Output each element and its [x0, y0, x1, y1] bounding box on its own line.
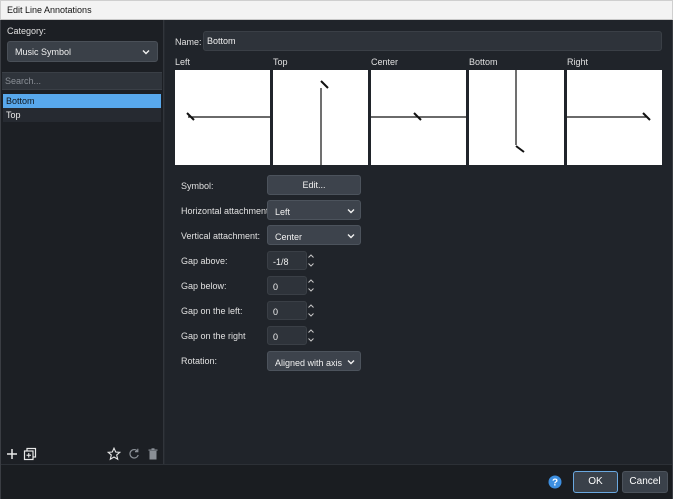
- star-icon[interactable]: [107, 447, 121, 461]
- trash-icon[interactable]: [146, 447, 160, 461]
- gap-above-stepper[interactable]: -1/8: [267, 251, 314, 270]
- window-title: Edit Line Annotations: [7, 5, 92, 15]
- name-input[interactable]: [204, 32, 661, 50]
- preview-center: [371, 70, 466, 165]
- horizontal-attachment-value: Left: [275, 207, 291, 217]
- category-label: Category:: [7, 26, 47, 36]
- gap-below-value: 0: [273, 282, 279, 292]
- symbol-label: Symbol:: [181, 181, 214, 191]
- list-item-top[interactable]: Top: [3, 108, 161, 122]
- preview-top: [273, 70, 368, 165]
- chevron-down-icon: [346, 357, 356, 367]
- gap-below-label: Gap below:: [181, 281, 227, 291]
- gap-above-label: Gap above:: [181, 256, 228, 266]
- chevron-down-icon: [141, 47, 151, 57]
- preview-label-top: Top: [273, 57, 288, 67]
- preview-right: [567, 70, 662, 165]
- rotation-value: Aligned with axis: [275, 358, 343, 368]
- category-value: Music Symbol: [15, 47, 72, 57]
- preview-left: [175, 70, 270, 165]
- gap-left-label: Gap on the left:: [181, 306, 243, 316]
- name-label: Name:: [175, 37, 202, 47]
- vertical-attachment-value: Center: [275, 232, 303, 242]
- search-field[interactable]: [2, 72, 162, 90]
- gap-left-stepper[interactable]: 0: [267, 301, 314, 320]
- search-input[interactable]: [2, 73, 162, 89]
- help-icon[interactable]: ?: [548, 475, 562, 489]
- annotation-list: Bottom Top: [3, 94, 161, 122]
- reset-icon[interactable]: [127, 447, 141, 461]
- annotation-editor: Name: Left Top Center Bottom Right Symbo…: [165, 20, 672, 464]
- rotation-label: Rotation:: [181, 356, 218, 366]
- gap-below-stepper[interactable]: 0: [267, 276, 314, 295]
- horizontal-attachment-select[interactable]: Left: [267, 200, 361, 220]
- name-field[interactable]: [203, 31, 662, 51]
- stepper-arrows-icon[interactable]: [306, 251, 316, 270]
- gap-right-label: Gap on the right: [181, 331, 246, 341]
- preview-label-center: Center: [371, 57, 399, 67]
- duplicate-icon[interactable]: [23, 447, 37, 461]
- stepper-arrows-icon[interactable]: [306, 276, 316, 295]
- category-select[interactable]: Music Symbol: [7, 41, 158, 62]
- dialog-body: Category: Music Symbol Bottom Top: [0, 20, 673, 499]
- add-icon[interactable]: [5, 447, 19, 461]
- title-bar: Edit Line Annotations: [0, 0, 673, 20]
- gap-right-stepper[interactable]: 0: [267, 326, 314, 345]
- vertical-attachment-select[interactable]: Center: [267, 225, 361, 245]
- rotation-select[interactable]: Aligned with axis: [267, 351, 361, 371]
- svg-text:?: ?: [552, 478, 558, 489]
- stepper-arrows-icon[interactable]: [306, 326, 316, 345]
- edit-symbol-button[interactable]: Edit...: [267, 175, 361, 195]
- chevron-down-icon: [346, 206, 356, 216]
- preview-label-bottom: Bottom: [469, 57, 498, 67]
- chevron-down-icon: [346, 231, 356, 241]
- sidebar: Category: Music Symbol Bottom Top: [1, 20, 164, 464]
- preview-bottom: [469, 70, 564, 165]
- gap-right-value: 0: [273, 332, 279, 342]
- vertical-attachment-label: Vertical attachment:: [181, 231, 261, 241]
- gap-above-value: -1/8: [273, 257, 289, 267]
- dialog-button-bar: ? OK Cancel: [1, 464, 672, 499]
- stepper-arrows-icon[interactable]: [306, 301, 316, 320]
- gap-left-value: 0: [273, 307, 279, 317]
- ok-button[interactable]: OK: [573, 471, 618, 493]
- cancel-button[interactable]: Cancel: [622, 471, 668, 493]
- list-item-bottom[interactable]: Bottom: [3, 94, 161, 108]
- horizontal-attachment-label: Horizontal attachment:: [181, 206, 272, 216]
- preview-label-right: Right: [567, 57, 589, 67]
- sidebar-toolbar: [1, 444, 164, 464]
- preview-label-left: Left: [175, 57, 191, 67]
